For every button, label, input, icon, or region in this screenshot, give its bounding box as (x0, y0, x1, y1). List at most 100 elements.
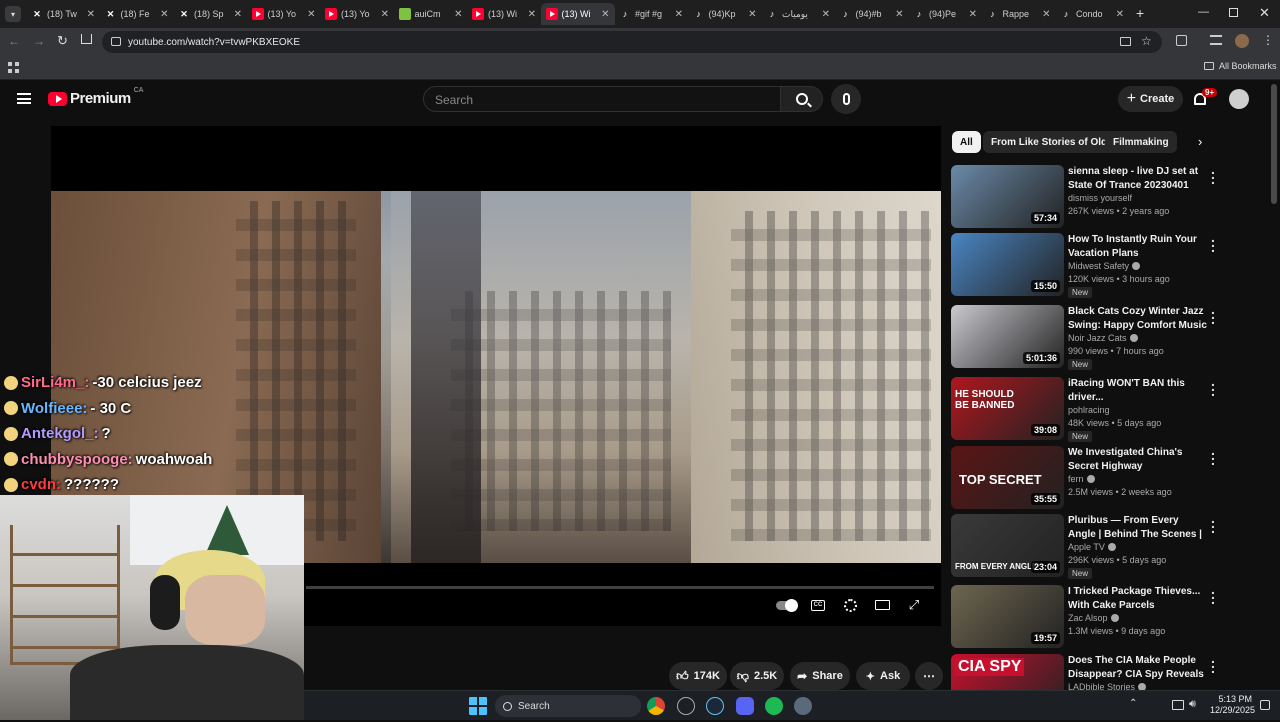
minimize-button[interactable]: — (1198, 6, 1209, 18)
recommended-video[interactable]: 57:34 sienna sleep - live DJ set at State… (951, 162, 1261, 233)
extensions-icon[interactable] (1176, 35, 1187, 46)
reading-list-icon[interactable] (1210, 35, 1222, 45)
close-tab-icon[interactable]: ✕ (895, 9, 903, 20)
recommended-video[interactable]: FROM EVERY ANGLE 23:04 Pluribus — From Eve… (951, 511, 1261, 582)
profile-avatar[interactable] (1235, 34, 1249, 48)
more-options-icon[interactable]: ... (1208, 374, 1218, 398)
browser-tab[interactable]: (13) Yo ✕ (320, 3, 394, 25)
steam-icon[interactable] (706, 697, 724, 715)
close-tab-icon[interactable]: ✕ (748, 9, 756, 20)
channel-name[interactable]: Noir Jazz Cats (1068, 333, 1138, 343)
tab-search-dropdown-icon[interactable]: ▾ (5, 6, 21, 22)
settings-app-icon[interactable] (794, 697, 812, 715)
video-title[interactable]: Pluribus — From Every Angle | Behind The… (1068, 514, 1208, 541)
close-tab-icon[interactable]: ✕ (160, 9, 168, 20)
browser-tab[interactable]: ♪ (94)Kp ✕ (688, 3, 762, 25)
channel-name[interactable]: Zac Alsop (1068, 613, 1119, 623)
close-tab-icon[interactable]: ✕ (234, 9, 242, 20)
fullscreen-button[interactable]: ⤢ (903, 596, 925, 614)
browser-tab[interactable]: (13) Wi ✕ (540, 3, 615, 25)
close-tab-icon[interactable]: ✕ (381, 9, 389, 20)
close-window-button[interactable]: ✕ (1259, 5, 1270, 21)
close-tab-icon[interactable]: ✕ (1042, 9, 1050, 20)
video-title[interactable]: Does The CIA Make People Disappear? CIA … (1068, 654, 1208, 681)
forward-icon[interactable]: → (33, 34, 45, 48)
browser-tab[interactable]: ✕ (18) Fe ✕ (100, 3, 174, 25)
more-options-icon[interactable]: ... (1208, 443, 1218, 467)
site-info-icon[interactable] (111, 37, 121, 46)
browser-tab[interactable]: ✕ (18) Tw ✕ (26, 3, 100, 25)
video-thumbnail[interactable]: HE SHOULD BE BANNED 39:08 (951, 377, 1064, 440)
close-tab-icon[interactable]: ✕ (822, 9, 830, 20)
new-tab-button[interactable]: + (1136, 5, 1144, 21)
apps-grid-icon[interactable] (8, 62, 19, 73)
voice-search-button[interactable] (831, 84, 861, 114)
more-options-icon[interactable]: ... (1208, 230, 1218, 254)
channel-name[interactable]: pohlracing (1068, 405, 1110, 415)
close-tab-icon[interactable]: ✕ (307, 9, 315, 20)
notifications-button[interactable]: 9+ (1192, 88, 1218, 111)
video-thumbnail[interactable]: TOP SECRET 35:55 (951, 446, 1064, 509)
search-input[interactable]: Search (423, 86, 781, 112)
progress-bar[interactable] (306, 586, 934, 589)
discord-icon[interactable] (736, 697, 754, 715)
recommended-video[interactable]: 5:01:36 Black Cats Cozy Winter Jazz Swing… (951, 302, 1261, 373)
close-tab-icon[interactable]: ✕ (1116, 9, 1124, 20)
volume-icon[interactable]: 🔊︎ (1189, 698, 1196, 711)
recommended-video[interactable]: 15:50 How To Instantly Ruin Your Vacation… (951, 230, 1261, 301)
chip-all[interactable]: All (952, 131, 981, 153)
browser-tab[interactable]: (13) Wi ✕ (467, 3, 541, 25)
like-button[interactable]: 👍︎ 174K (669, 662, 727, 690)
address-bar[interactable]: youtube.com/watch?v=tvwPKBXEOKE ☆ (102, 31, 1162, 53)
browser-tab[interactable]: ♪ #gif #g ✕ (614, 3, 688, 25)
more-options-icon[interactable]: ... (1208, 302, 1218, 326)
video-thumbnail[interactable]: FROM EVERY ANGLE 23:04 (951, 514, 1064, 577)
page-scrollbar[interactable] (1271, 84, 1277, 204)
ask-button[interactable]: ✦ Ask (856, 662, 910, 690)
recommended-video[interactable]: TOP SECRET 35:55 We Investigated China's S… (951, 443, 1261, 514)
video-thumbnail[interactable]: 57:34 (951, 165, 1064, 228)
recommended-video[interactable]: HE SHOULD BE BANNED 39:08 iRacing WON'T BA… (951, 374, 1261, 445)
close-tab-icon[interactable]: ✕ (969, 9, 977, 20)
close-tab-icon[interactable]: ✕ (675, 9, 683, 20)
video-title[interactable]: Black Cats Cozy Winter Jazz Swing: Happy… (1068, 305, 1208, 332)
browser-tab[interactable]: ♪ (94)Pe ✕ (908, 3, 982, 25)
spotify-icon[interactable] (765, 697, 783, 715)
channel-name[interactable]: fern (1068, 474, 1095, 484)
channel-name[interactable]: Apple TV (1068, 542, 1116, 552)
windows-start-icon[interactable] (469, 697, 487, 715)
close-tab-icon[interactable]: ✕ (87, 9, 95, 20)
channel-name[interactable]: dismiss yourself (1068, 193, 1132, 203)
autoplay-toggle[interactable] (775, 596, 798, 614)
close-tab-icon[interactable]: ✕ (528, 9, 536, 20)
video-title[interactable]: iRacing WON'T BAN this driver... (1068, 377, 1208, 404)
chip-from-like-stories[interactable]: From Like Stories of Old (983, 131, 1116, 153)
browser-tab[interactable]: ♪ Condo ✕ (1055, 3, 1129, 25)
browser-tab[interactable]: auiCm ✕ (394, 3, 468, 25)
browser-tab[interactable]: ♪ (94)#b ✕ (835, 3, 909, 25)
account-avatar[interactable] (1229, 89, 1249, 109)
video-title[interactable]: How To Instantly Ruin Your Vacation Plan… (1068, 233, 1208, 260)
clock[interactable]: 5:13 PM 12/29/2025 (1210, 694, 1255, 716)
more-options-icon[interactable]: ... (1208, 162, 1218, 186)
video-title[interactable]: I Tricked Package Thieves... With Cake P… (1068, 585, 1208, 612)
recommended-video[interactable]: 19:57 I Tricked Package Thieves... With C… (951, 582, 1261, 653)
captions-button[interactable]: CC (807, 596, 829, 614)
bookmark-star-icon[interactable]: ☆ (1141, 34, 1152, 48)
all-bookmarks[interactable]: All Bookmarks (1204, 61, 1277, 71)
home-icon[interactable] (81, 34, 92, 44)
task-view-icon[interactable] (677, 697, 695, 715)
close-tab-icon[interactable]: ✕ (454, 9, 462, 20)
more-options-icon[interactable]: ... (1208, 511, 1218, 535)
install-app-icon[interactable] (1120, 37, 1131, 46)
more-actions-button[interactable]: ⋯ (915, 662, 943, 690)
more-options-icon[interactable]: ... (1208, 651, 1218, 675)
settings-button[interactable] (839, 596, 861, 614)
notification-center-icon[interactable] (1260, 700, 1270, 710)
search-button[interactable] (781, 86, 823, 112)
taskbar-search[interactable]: Search (495, 695, 641, 717)
video-thumbnail[interactable]: 5:01:36 (951, 305, 1064, 368)
video-title[interactable]: We Investigated China's Secret Highway (1068, 446, 1208, 473)
video-title[interactable]: sienna sleep - live DJ set at State Of T… (1068, 165, 1208, 192)
browser-menu-icon[interactable]: ⋮ (1262, 33, 1274, 47)
